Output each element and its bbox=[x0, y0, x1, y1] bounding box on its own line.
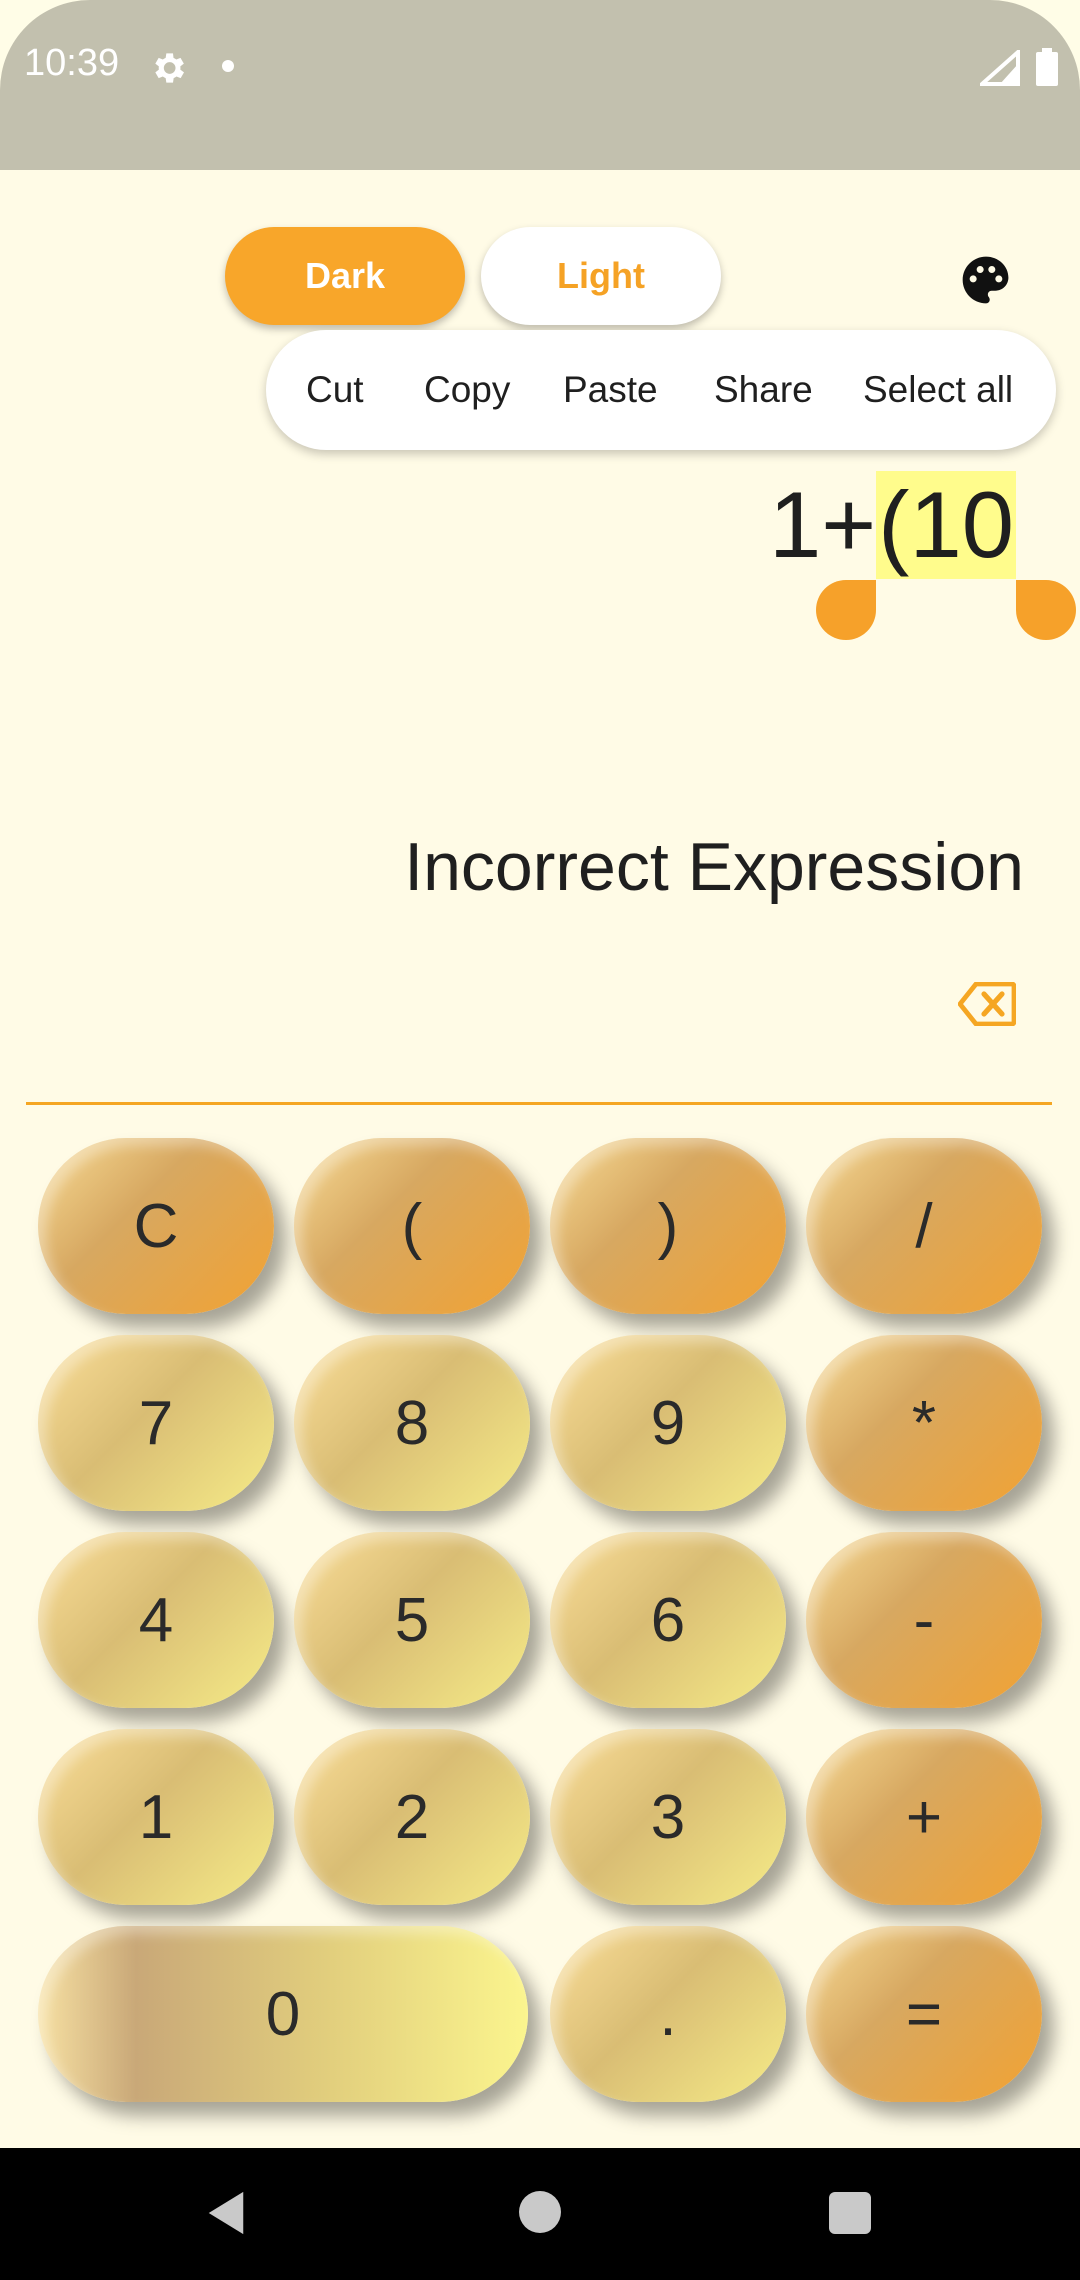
divider bbox=[26, 1102, 1052, 1105]
key-4[interactable]: 4 bbox=[38, 1532, 274, 1708]
key-multiply[interactable]: * bbox=[806, 1335, 1042, 1511]
status-bar: 10:39 bbox=[0, 0, 1080, 170]
key-7[interactable]: 7 bbox=[38, 1335, 274, 1511]
key-5[interactable]: 5 bbox=[294, 1532, 530, 1708]
menu-item-select-all[interactable]: Select all bbox=[863, 330, 1013, 450]
key-6[interactable]: 6 bbox=[550, 1532, 786, 1708]
text-context-menu: Cut Copy Paste Share Select all bbox=[266, 330, 1056, 450]
back-icon[interactable] bbox=[204, 2190, 248, 2236]
selection-handle-left[interactable] bbox=[816, 580, 876, 640]
key-close-paren[interactable]: ) bbox=[550, 1138, 786, 1314]
backspace-icon[interactable] bbox=[958, 982, 1016, 1026]
gear-icon bbox=[155, 53, 184, 83]
key-9[interactable]: 9 bbox=[550, 1335, 786, 1511]
expression-input[interactable]: 1+ (10 bbox=[769, 470, 1016, 580]
battery-icon bbox=[1036, 48, 1058, 86]
expression-selected-text: (10 bbox=[876, 471, 1016, 579]
key-clear[interactable]: C bbox=[38, 1138, 274, 1314]
selection-handle-right[interactable] bbox=[1016, 580, 1076, 640]
key-1[interactable]: 1 bbox=[38, 1729, 274, 1905]
menu-item-cut[interactable]: Cut bbox=[306, 330, 364, 450]
key-3[interactable]: 3 bbox=[550, 1729, 786, 1905]
theme-toggle: Dark Light bbox=[225, 227, 725, 325]
key-0[interactable]: 0 bbox=[38, 1926, 528, 2102]
result-text: Incorrect Expression bbox=[404, 829, 1024, 905]
key-equals[interactable]: = bbox=[806, 1926, 1042, 2102]
palette-icon[interactable] bbox=[958, 252, 1014, 308]
key-divide[interactable]: / bbox=[806, 1138, 1042, 1314]
recent-apps-icon[interactable] bbox=[829, 2192, 871, 2234]
menu-item-copy[interactable]: Copy bbox=[424, 330, 510, 450]
dark-theme-button[interactable]: Dark bbox=[225, 227, 465, 325]
notification-dot bbox=[222, 60, 234, 72]
menu-item-share[interactable]: Share bbox=[714, 330, 813, 450]
key-2[interactable]: 2 bbox=[294, 1729, 530, 1905]
expression-text: 1+ bbox=[768, 472, 877, 577]
home-icon[interactable] bbox=[519, 2191, 561, 2233]
key-subtract[interactable]: - bbox=[806, 1532, 1042, 1708]
signal-icon bbox=[980, 50, 1020, 86]
status-time: 10:39 bbox=[24, 42, 120, 84]
calculator-screen: 10:39 Dark Light Cut Copy Paste Share Se… bbox=[0, 0, 1080, 2280]
key-add[interactable]: + bbox=[806, 1729, 1042, 1905]
key-8[interactable]: 8 bbox=[294, 1335, 530, 1511]
light-theme-button[interactable]: Light bbox=[481, 227, 721, 325]
menu-item-paste[interactable]: Paste bbox=[563, 330, 658, 450]
key-open-paren[interactable]: ( bbox=[294, 1138, 530, 1314]
key-decimal[interactable]: . bbox=[550, 1926, 786, 2102]
